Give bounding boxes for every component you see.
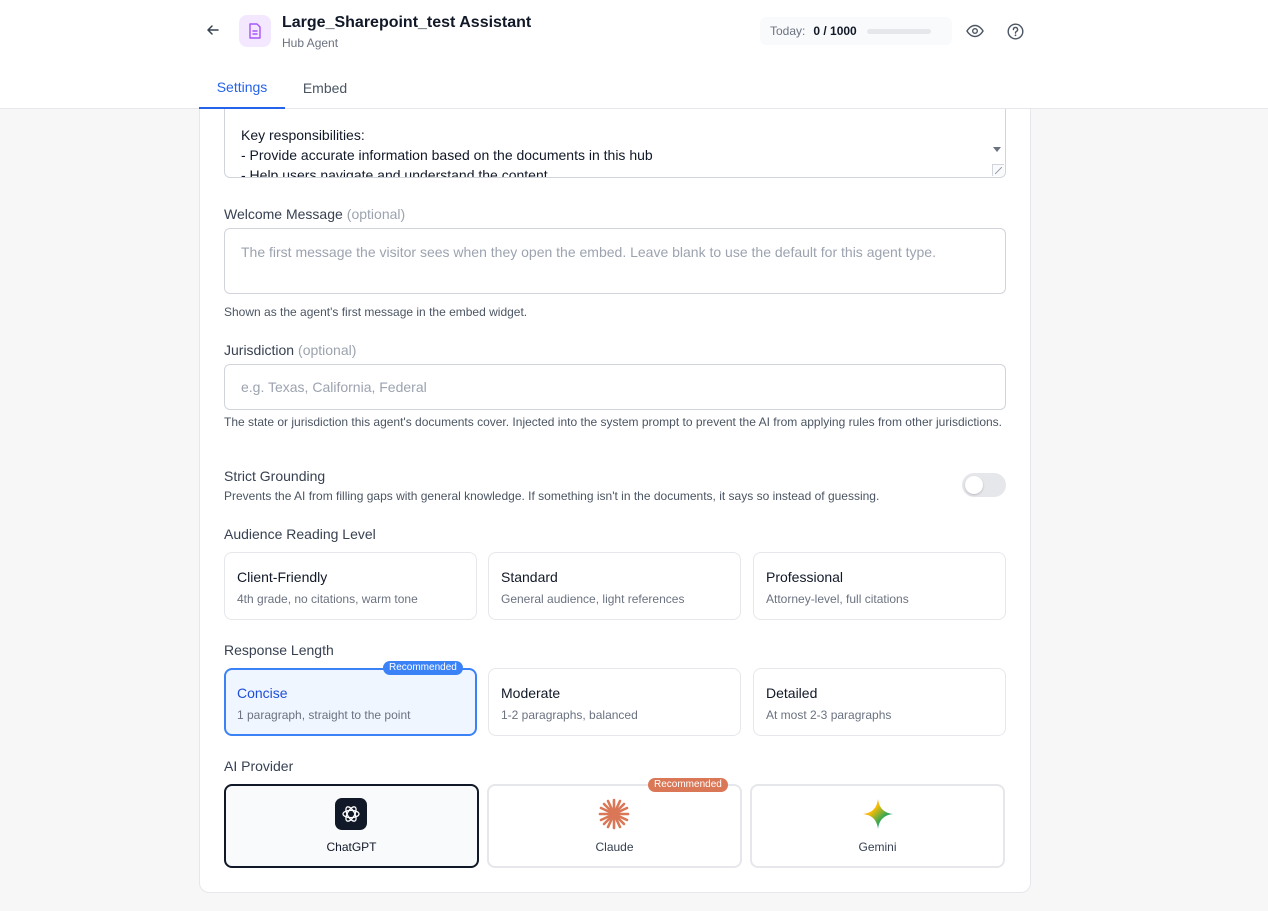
response-length-label: Response Length (224, 642, 334, 658)
resize-handle-icon[interactable] (992, 164, 1004, 176)
tab-embed[interactable]: Embed (291, 66, 359, 109)
jurisdiction-help: The state or jurisdiction this agent's d… (224, 415, 1002, 429)
provider-gemini[interactable]: Gemini (750, 784, 1005, 868)
option-description: At most 2-3 paragraphs (766, 708, 892, 722)
toggle-knob (965, 476, 983, 494)
provider-claude[interactable]: Claude (487, 784, 742, 868)
usage-label: Today: (770, 24, 806, 38)
welcome-message-label: Welcome Message (optional) (224, 206, 405, 222)
system-prompt-line: - Provide accurate information based on … (241, 147, 653, 163)
option-description: General audience, light references (501, 592, 685, 606)
option-title: Client-Friendly (237, 569, 328, 585)
option-description: 1 paragraph, straight to the point (237, 708, 411, 722)
scroll-down-arrow-icon[interactable] (993, 147, 1001, 152)
page-title: Large_Sharepoint_test Assistant (282, 14, 532, 31)
back-arrow-icon[interactable] (203, 20, 223, 40)
optional-hint: (optional) (346, 206, 406, 222)
reading-level-client-friendly[interactable]: Client-Friendly 4th grade, no citations,… (224, 552, 477, 620)
welcome-message-input[interactable]: The first message the visitor sees when … (224, 228, 1006, 294)
response-length-moderate[interactable]: Moderate 1-2 paragraphs, balanced (488, 668, 741, 736)
provider-name: Gemini (858, 840, 897, 854)
option-title: Standard (501, 569, 558, 585)
strict-grounding-toggle[interactable] (962, 473, 1006, 497)
reading-level-label: Audience Reading Level (224, 526, 376, 542)
strict-grounding-label: Strict Grounding (224, 468, 326, 484)
response-length-concise[interactable]: Concise 1 paragraph, straight to the poi… (224, 668, 477, 736)
option-title: Concise (237, 685, 288, 701)
system-prompt-textarea[interactable]: Key responsibilities: - Provide accurate… (224, 109, 1006, 178)
recommended-badge: Recommended (648, 778, 728, 792)
option-description: 1-2 paragraphs, balanced (501, 708, 638, 722)
option-description: 4th grade, no citations, warm tone (237, 592, 418, 606)
tab-settings[interactable]: Settings (199, 66, 285, 109)
welcome-message-help: Shown as the agent's first message in th… (224, 305, 528, 319)
usage-meter: Today: 0 / 1000 (760, 17, 952, 45)
page-subtitle: Hub Agent (282, 36, 339, 50)
system-prompt-line: Key responsibilities: (241, 127, 365, 143)
usage-count: 0 / 1000 (813, 24, 857, 38)
claude-logo-icon (598, 798, 630, 830)
eye-icon[interactable] (965, 21, 985, 41)
jurisdiction-input[interactable]: e.g. Texas, California, Federal (224, 364, 1006, 410)
usage-progress-bar (866, 28, 931, 34)
option-title: Detailed (766, 685, 818, 701)
option-description: Attorney-level, full citations (766, 592, 909, 606)
welcome-message-label-text: Welcome Message (224, 206, 343, 222)
jurisdiction-label: Jurisdiction (optional) (224, 342, 356, 358)
provider-name: Claude (595, 840, 634, 854)
option-title: Moderate (501, 685, 561, 701)
recommended-badge: Recommended (383, 661, 463, 675)
system-prompt-line: - Help users navigate and understand the… (241, 167, 548, 178)
strict-grounding-help: Prevents the AI from filling gaps with g… (224, 489, 880, 503)
gemini-logo-icon (862, 798, 894, 830)
response-length-detailed[interactable]: Detailed At most 2-3 paragraphs (753, 668, 1006, 736)
top-bar: Large_Sharepoint_test Assistant Hub Agen… (0, 0, 1268, 109)
document-icon (239, 15, 271, 47)
provider-chatgpt[interactable]: ChatGPT (224, 784, 479, 868)
reading-level-professional[interactable]: Professional Attorney-level, full citati… (753, 552, 1006, 620)
provider-name: ChatGPT (326, 840, 377, 854)
chatgpt-logo-icon (335, 798, 367, 830)
jurisdiction-label-text: Jurisdiction (224, 342, 295, 358)
reading-level-standard[interactable]: Standard General audience, light referen… (488, 552, 741, 620)
optional-hint: (optional) (298, 342, 357, 358)
option-title: Professional (766, 569, 844, 585)
help-circle-icon[interactable] (1005, 21, 1025, 41)
ai-provider-label: AI Provider (224, 758, 294, 774)
